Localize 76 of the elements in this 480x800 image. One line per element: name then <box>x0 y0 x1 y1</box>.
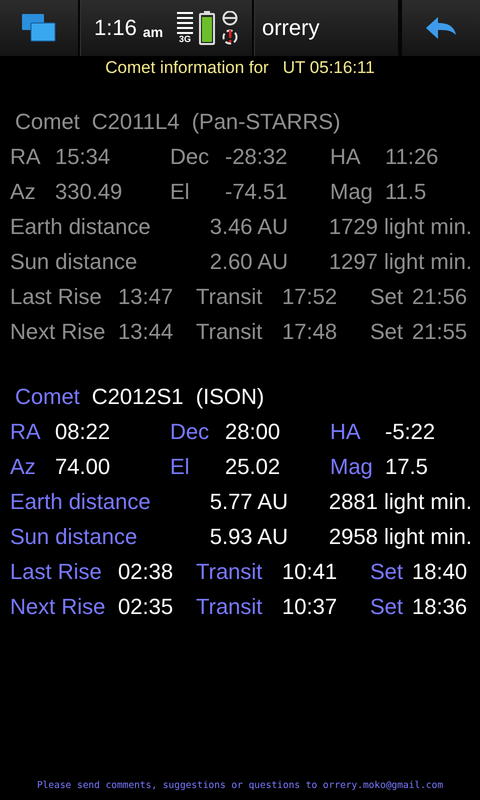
field-label: El <box>170 178 191 204</box>
field-value: -74.51 <box>225 178 288 204</box>
field-value: 21:56 <box>412 284 468 310</box>
field-value: 15:34 <box>55 144 112 170</box>
field-label: Sun distance <box>10 524 138 550</box>
field-label: Earth distance <box>10 488 152 514</box>
field-value: 18:36 <box>412 594 468 620</box>
field-value: 11.5 <box>385 178 428 204</box>
comet-name: C2012S1 (ISON) <box>92 384 264 410</box>
field-label: Mag <box>330 178 374 204</box>
field-label: Mag <box>330 454 374 480</box>
field-label: Set <box>370 318 404 344</box>
field-value: 25.02 <box>225 454 282 480</box>
field-value: 21:55 <box>412 318 468 344</box>
field-label: Az <box>10 454 37 480</box>
app-title: orrery <box>262 15 320 41</box>
network-type: 3G <box>179 34 192 44</box>
field-value: 74.00 <box>55 454 112 480</box>
field-label: Transit <box>196 284 264 310</box>
field-label: Transit <box>196 594 264 620</box>
windows-icon[interactable] <box>22 14 56 42</box>
field-value: 2958 light min. <box>328 524 472 550</box>
field-label: HA <box>330 144 362 170</box>
field-label: HA <box>330 418 362 444</box>
field-label: Sun distance <box>10 248 138 274</box>
field-label: Last Rise <box>10 284 103 310</box>
field-value: 02:35 <box>118 594 174 620</box>
field-label: Dec <box>170 144 210 170</box>
comet-label: Comet <box>15 108 80 134</box>
field-value: 18:40 <box>412 558 468 584</box>
alert-icon <box>221 11 240 45</box>
field-label: RA <box>10 418 42 444</box>
field-label: Transit <box>196 318 264 344</box>
field-value: 3.46 AU <box>208 214 288 240</box>
field-label: Last Rise <box>10 558 103 584</box>
field-label: Set <box>370 284 404 310</box>
comet-name: C2011L4 (Pan-STARRS) <box>92 108 340 134</box>
footer-note: Please send comments, suggestions or questions to orrery.moko@gmail.com <box>36 780 444 791</box>
field-label: Next Rise <box>10 594 106 620</box>
field-value: -5:22 <box>385 418 436 444</box>
field-value: 5.77 AU <box>208 488 288 514</box>
field-label: Next Rise <box>10 318 106 344</box>
field-value: 13:47 <box>118 284 174 310</box>
field-label: Set <box>370 594 404 620</box>
field-label: RA <box>10 144 42 170</box>
field-value: 11:26 <box>385 144 440 170</box>
field-value: 10:37 <box>282 594 338 620</box>
field-value: 02:38 <box>118 558 174 584</box>
field-value: -28:32 <box>225 144 288 170</box>
field-label: Set <box>370 558 404 584</box>
field-value: 10:41 <box>282 558 338 584</box>
signal-bars-icon <box>177 12 194 34</box>
subtitle-time: UT 05:16:11 <box>282 58 375 78</box>
field-value: 1297 light min. <box>328 248 472 274</box>
field-label: Dec <box>170 418 210 444</box>
field-value: 2881 light min. <box>328 488 472 514</box>
field-value: 1729 light min. <box>328 214 472 240</box>
field-value: 08:22 <box>55 418 112 444</box>
field-value: 17:48 <box>282 318 338 344</box>
field-label: Earth distance <box>10 214 152 240</box>
field-value: 2.60 AU <box>208 248 288 274</box>
subtitle-label: Comet information for <box>105 58 269 78</box>
comet-label: Comet <box>15 384 80 410</box>
field-label: Az <box>10 178 37 204</box>
back-icon[interactable] <box>426 17 456 39</box>
field-value: 13:44 <box>118 318 174 344</box>
clock-period: am <box>142 24 164 40</box>
field-value: 28:00 <box>225 418 282 444</box>
field-value: 17:52 <box>282 284 338 310</box>
field-label: Transit <box>196 558 264 584</box>
field-value: 330.49 <box>55 178 124 204</box>
clock-time: 1:16 <box>94 15 137 41</box>
field-value: 5.93 AU <box>208 524 288 550</box>
battery-icon <box>199 11 216 45</box>
field-label: El <box>170 454 191 480</box>
field-value: 17.5 <box>385 454 429 480</box>
